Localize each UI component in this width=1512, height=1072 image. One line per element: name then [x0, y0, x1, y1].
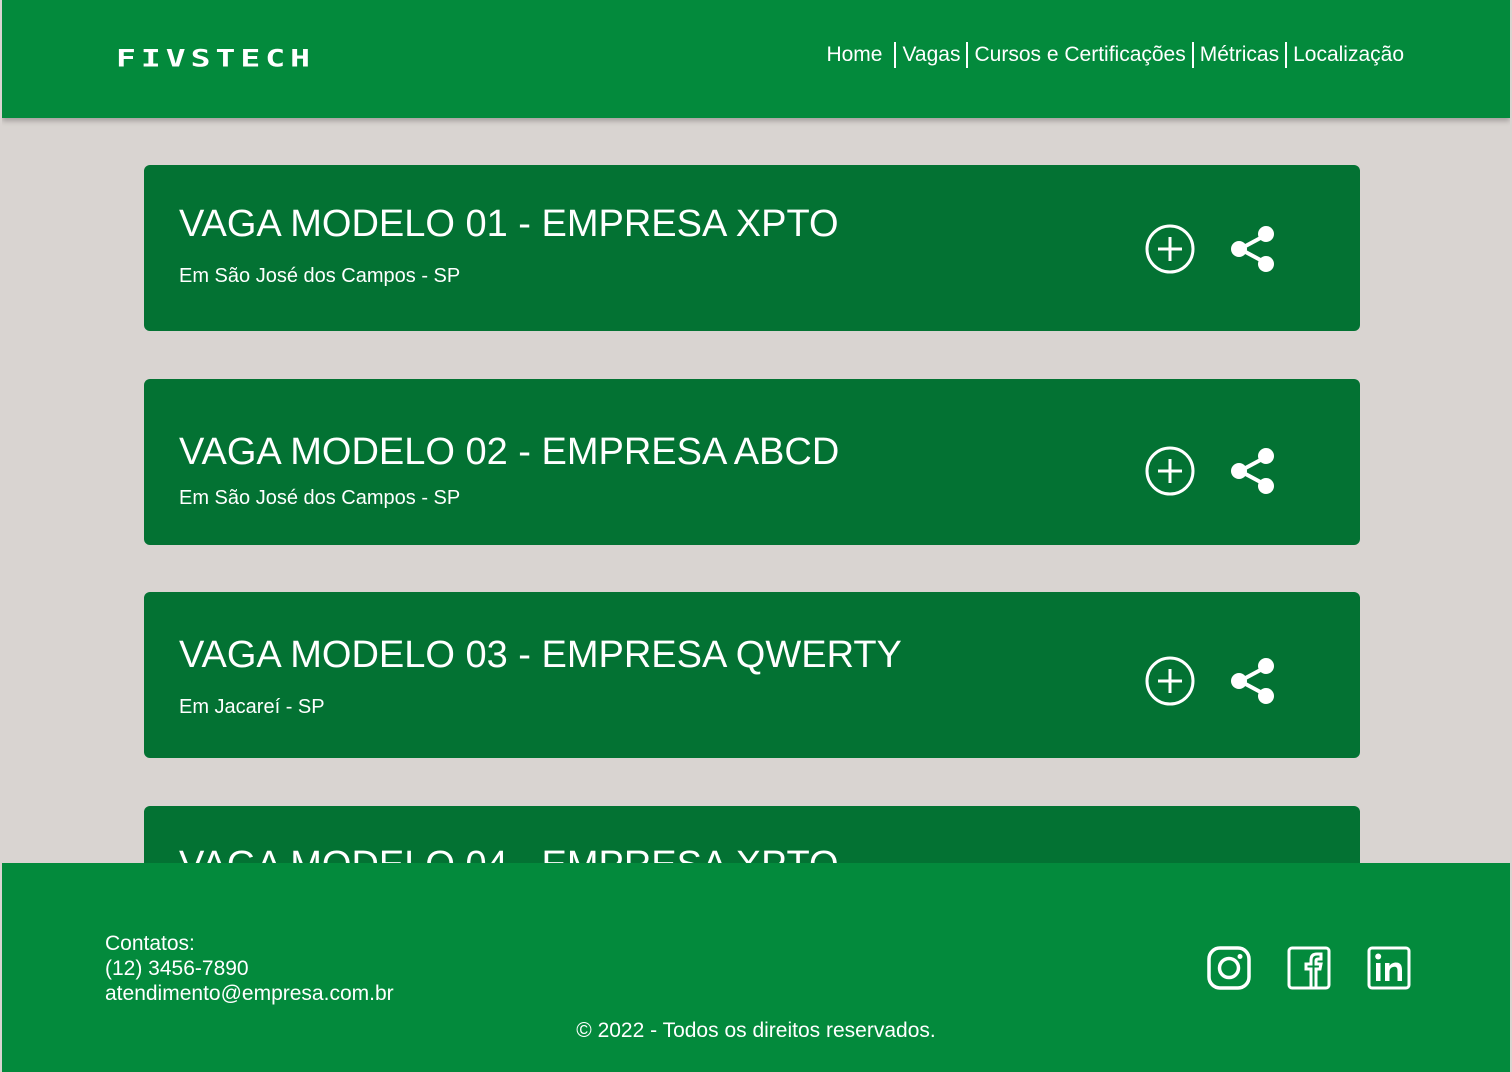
job-actions: [1144, 445, 1280, 497]
job-card[interactable]: VAGA MODELO 03 - EMPRESA QWERTY Em Jacar…: [144, 592, 1360, 758]
job-title: VAGA MODELO 01 - EMPRESA XPTO: [179, 203, 839, 245]
nav-cursos[interactable]: Cursos e Certificações: [968, 43, 1191, 67]
nav-home[interactable]: Home: [820, 43, 894, 67]
share-icon[interactable]: [1228, 655, 1280, 707]
header: FIVSTECH Home Vagas Cursos e Certificaçõ…: [2, 0, 1510, 118]
nav-vagas[interactable]: Vagas: [896, 43, 966, 67]
job-list[interactable]: VAGA MODELO 01 - EMPRESA XPTO Em São Jos…: [2, 118, 1510, 863]
copyright: © 2022 - Todos os direitos reservados.: [576, 1019, 936, 1042]
job-location: Em São José dos Campos - SP: [179, 487, 461, 509]
nav-localizacao[interactable]: Localização: [1287, 43, 1410, 67]
job-card[interactable]: VAGA MODELO 02 - EMPRESA ABCD Em São Jos…: [144, 379, 1360, 545]
job-title: VAGA MODELO 03 - EMPRESA QWERTY: [179, 634, 902, 676]
job-card[interactable]: VAGA MODELO 01 - EMPRESA XPTO Em São Jos…: [144, 165, 1360, 331]
share-icon[interactable]: [1228, 445, 1280, 497]
contact-email[interactable]: atendimento@empresa.com.br: [105, 981, 394, 1006]
job-actions: [1144, 223, 1280, 275]
job-title: VAGA MODELO 04 - EMPRESA XPTO: [179, 844, 839, 863]
plus-circle-icon[interactable]: [1144, 655, 1196, 707]
job-card[interactable]: VAGA MODELO 04 - EMPRESA XPTO: [144, 806, 1360, 863]
job-location: Em São José dos Campos - SP: [179, 265, 461, 287]
logo[interactable]: FIVSTECH: [116, 44, 315, 73]
contacts-label: Contatos:: [105, 932, 195, 955]
social-links: [1206, 945, 1412, 991]
instagram-icon[interactable]: [1206, 945, 1252, 991]
footer: Contatos: (12) 3456-7890 atendimento@emp…: [2, 863, 1510, 1072]
job-title: VAGA MODELO 02 - EMPRESA ABCD: [179, 431, 840, 473]
contact-phone[interactable]: (12) 3456-7890: [105, 956, 394, 981]
job-location: Em Jacareí - SP: [179, 696, 325, 718]
job-actions: [1144, 655, 1280, 707]
share-icon[interactable]: [1228, 223, 1280, 275]
plus-circle-icon[interactable]: [1144, 223, 1196, 275]
main-nav: Home Vagas Cursos e Certificações Métric…: [820, 40, 1410, 70]
linkedin-icon[interactable]: [1366, 945, 1412, 991]
nav-metricas[interactable]: Métricas: [1194, 43, 1285, 67]
contacts: Contatos: (12) 3456-7890 atendimento@emp…: [105, 931, 394, 1006]
facebook-icon[interactable]: [1286, 945, 1332, 991]
plus-circle-icon[interactable]: [1144, 445, 1196, 497]
page: FIVSTECH Home Vagas Cursos e Certificaçõ…: [2, 0, 1510, 1072]
